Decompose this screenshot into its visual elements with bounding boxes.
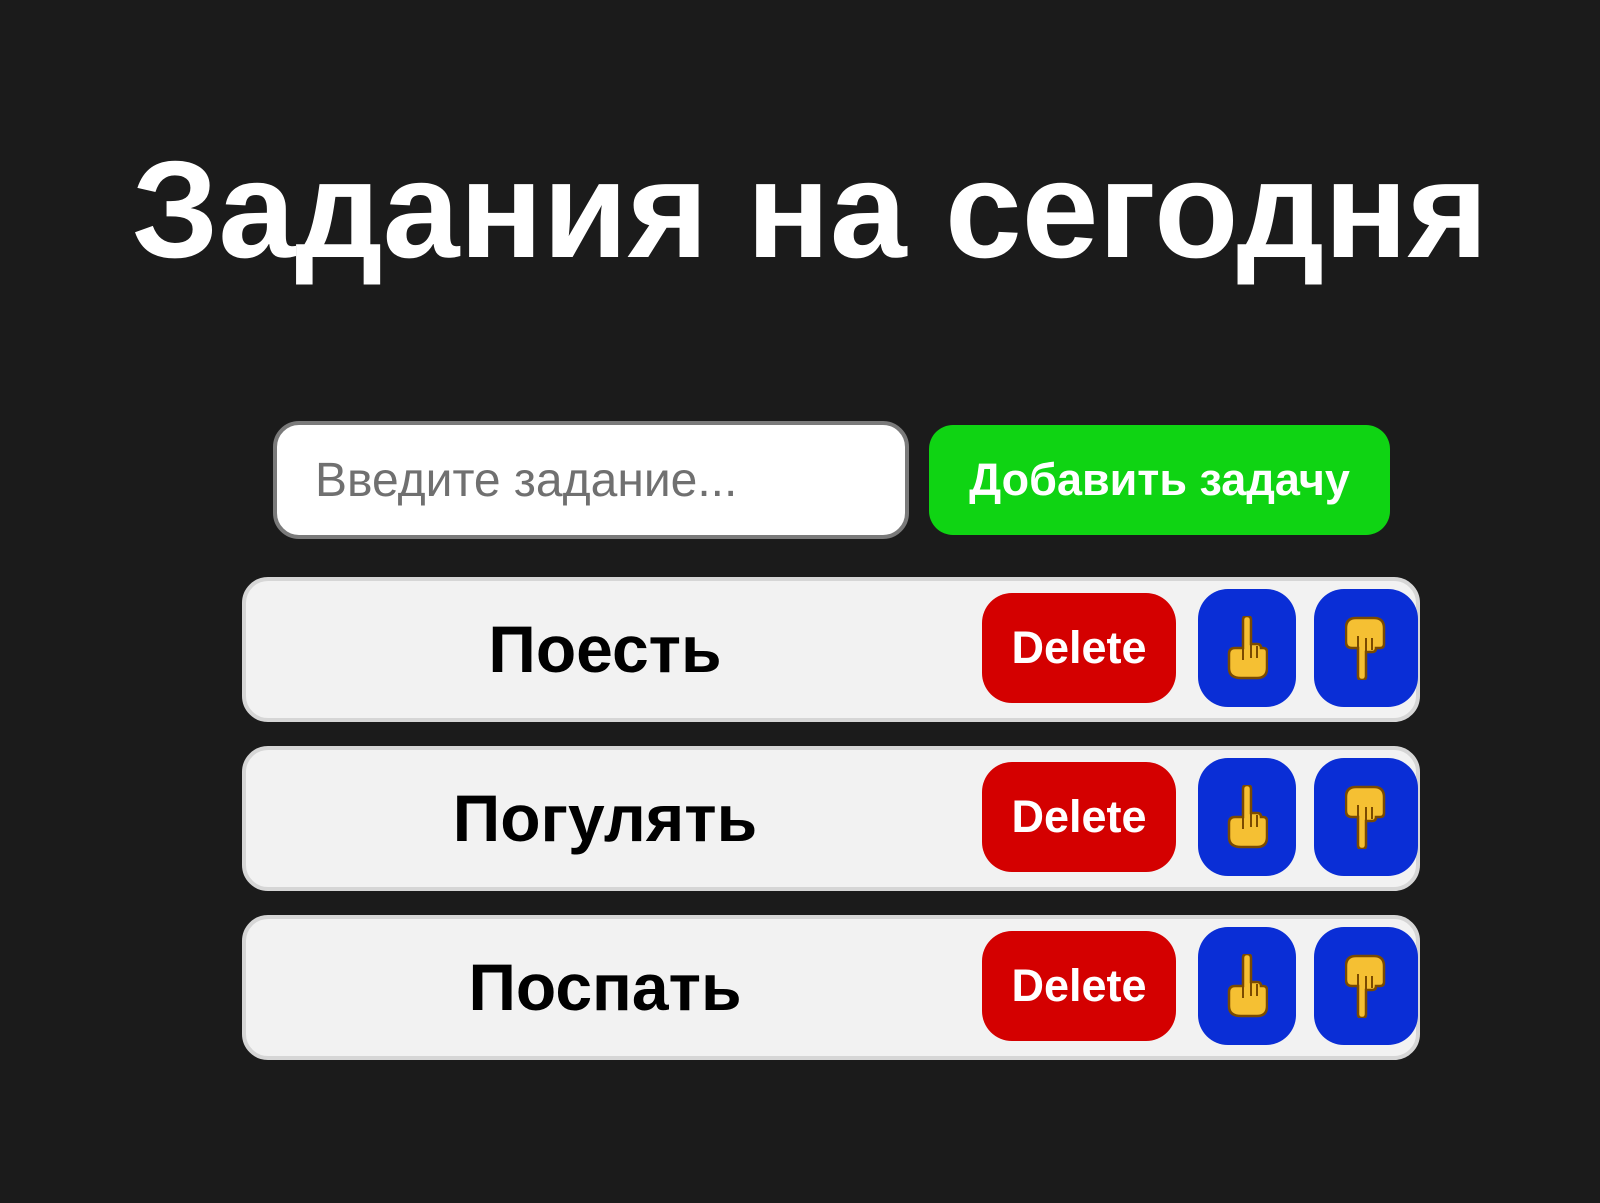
task-item: Поспать Delete xyxy=(242,915,1420,1060)
task-input[interactable] xyxy=(273,421,909,539)
hand-pointing-up-icon xyxy=(1227,616,1268,680)
task-list: Поесть Delete Погулять Delete Поспать De… xyxy=(242,577,1420,1084)
hand-pointing-down-icon xyxy=(1345,954,1386,1018)
move-up-button[interactable] xyxy=(1198,589,1296,707)
move-down-button[interactable] xyxy=(1314,927,1418,1045)
move-up-button[interactable] xyxy=(1198,927,1296,1045)
move-down-button[interactable] xyxy=(1314,589,1418,707)
task-label: Поесть xyxy=(488,612,722,686)
hand-pointing-up-icon xyxy=(1227,785,1268,849)
task-label: Поспать xyxy=(468,950,742,1024)
add-task-button[interactable]: Добавить задачу xyxy=(929,425,1390,535)
move-up-button[interactable] xyxy=(1198,758,1296,876)
hand-pointing-down-icon xyxy=(1345,785,1386,849)
page-title: Задания на сегодня xyxy=(131,133,1489,287)
task-item: Поесть Delete xyxy=(242,577,1420,722)
task-label: Погулять xyxy=(452,781,758,855)
delete-button[interactable]: Delete xyxy=(982,931,1176,1041)
add-task-form: Добавить задачу xyxy=(273,421,1391,539)
delete-button[interactable]: Delete xyxy=(982,593,1176,703)
hand-pointing-up-icon xyxy=(1227,954,1268,1018)
delete-button[interactable]: Delete xyxy=(982,762,1176,872)
task-item: Погулять Delete xyxy=(242,746,1420,891)
move-down-button[interactable] xyxy=(1314,758,1418,876)
hand-pointing-down-icon xyxy=(1345,616,1386,680)
